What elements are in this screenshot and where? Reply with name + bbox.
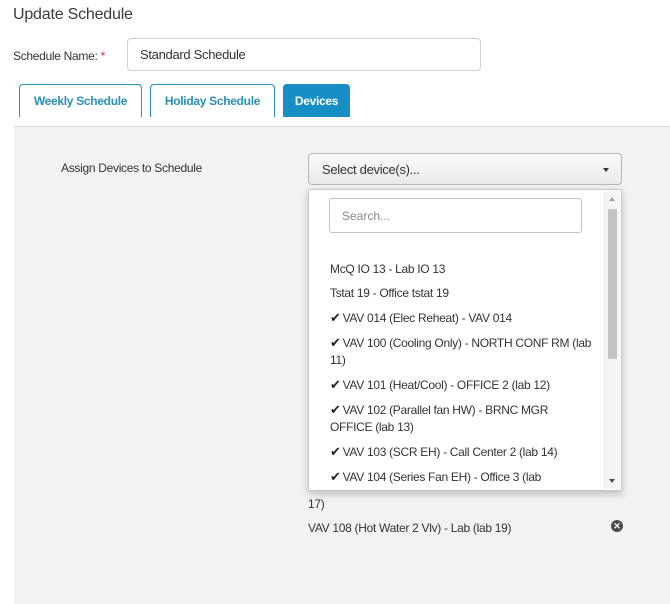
scroll-up-icon[interactable] (609, 197, 615, 201)
device-option-label: VAV 101 (Heat/Cool) - OFFICE 2 (lab 12) (342, 378, 551, 392)
device-option-label: VAV 103 (SCR EH) - Call Center 2 (lab 14… (342, 445, 558, 459)
tab-holiday-schedule[interactable]: Holiday Schedule (150, 84, 275, 117)
required-marker: * (100, 49, 106, 63)
device-option-label: VAV 014 (Elec Reheat) - VAV 014 (342, 311, 513, 325)
device-option[interactable]: ✔ VAV 014 (Elec Reheat) - VAV 014 (330, 309, 592, 327)
device-option-label: VAV 104 (Series Fan EH) - Office 3 (lab (342, 470, 542, 484)
device-search-input[interactable] (329, 198, 582, 233)
device-option-label: McQ IO 13 - Lab IO 13 (330, 262, 446, 276)
device-option-label: Tstat 19 - Office tstat 19 (330, 286, 449, 300)
tab-devices[interactable]: Devices (283, 84, 350, 117)
dropdown-scrollbar[interactable] (604, 191, 620, 489)
page-title: Update Schedule (13, 6, 133, 23)
assign-devices-label: Assign Devices to Schedule (61, 161, 202, 175)
device-options-list: McQ IO 13 - Lab IO 13 Tstat 19 - Office … (330, 261, 592, 490)
device-option[interactable]: ✔ VAV 101 (Heat/Cool) - OFFICE 2 (lab 12) (330, 376, 592, 394)
checkmark-icon: ✔ (330, 469, 341, 484)
device-dropdown: McQ IO 13 - Lab IO 13 Tstat 19 - Office … (308, 189, 622, 491)
device-option[interactable]: ✔ VAV 104 (Series Fan EH) - Office 3 (lab (330, 468, 592, 486)
device-option[interactable]: ✔ VAV 100 (Cooling Only) - NORTH CONF RM … (330, 334, 592, 369)
device-option-label: VAV 102 (Parallel fan HW) - BRNC MGR OFF… (330, 403, 549, 434)
checkmark-icon: ✔ (330, 310, 341, 325)
remove-icon[interactable]: ✕ (611, 520, 623, 532)
checkmark-icon: ✔ (330, 377, 341, 392)
device-option[interactable]: McQ IO 13 - Lab IO 13 (330, 261, 592, 278)
tab-weekly-schedule[interactable]: Weekly Schedule (19, 84, 142, 117)
schedule-name-label: Schedule Name: * (13, 49, 105, 63)
assigned-device-partial: 17) (308, 497, 325, 511)
checkmark-icon: ✔ (330, 335, 341, 350)
caret-down-icon (603, 168, 609, 172)
device-select-placeholder: Select device(s)... (322, 161, 420, 177)
assigned-device-item: VAV 108 (Hot Water 2 Vlv) - Lab (lab 19) (308, 521, 512, 535)
device-option-label: VAV 100 (Cooling Only) - NORTH CONF RM (… (330, 336, 592, 367)
scrollbar-thumb[interactable] (608, 209, 617, 359)
device-option[interactable]: ✔ VAV 102 (Parallel fan HW) - BRNC MGR OF… (330, 401, 592, 436)
device-option[interactable]: Tstat 19 - Office tstat 19 (330, 285, 592, 302)
checkmark-icon: ✔ (330, 444, 341, 459)
schedule-name-input[interactable] (127, 38, 481, 71)
checkmark-icon: ✔ (330, 402, 341, 417)
scroll-down-icon[interactable] (609, 479, 615, 483)
device-select[interactable]: Select device(s)... (308, 153, 622, 185)
schedule-name-label-text: Schedule Name: (13, 49, 98, 63)
device-option[interactable]: ✔ VAV 103 (SCR EH) - Call Center 2 (lab 1… (330, 443, 592, 461)
